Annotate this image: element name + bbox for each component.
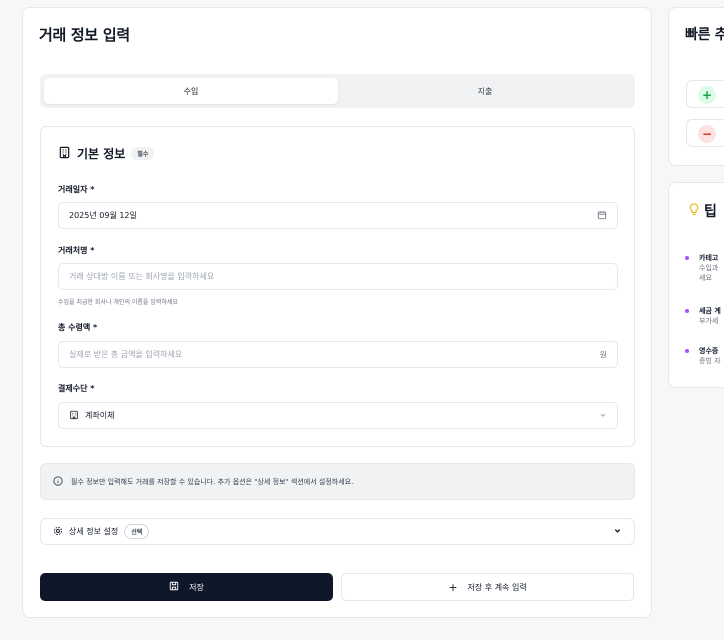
amount-input[interactable]: 실제로 받은 총 금액을 입력하세요 원 xyxy=(58,341,618,368)
tip-item: 카테고 수입과 세요 xyxy=(685,253,718,283)
tip-item: 세금 계 부가세 xyxy=(685,306,721,326)
tab-income[interactable]: 수입 xyxy=(44,78,338,104)
tip-item: 영수증 증빙 자 xyxy=(685,346,721,366)
detail-label: 상세 정보 설정 xyxy=(69,527,119,536)
save-label: 저장 xyxy=(189,582,204,592)
tip-desc: 증빙 자 xyxy=(699,357,721,365)
plus-icon: + xyxy=(698,86,716,104)
counterparty-label: 거래처명 * xyxy=(58,246,95,255)
tips-title: 팁 xyxy=(704,204,717,220)
counterparty-placeholder: 거래 상대방 이름 또는 회사명을 입력하세요 xyxy=(69,272,215,281)
page-title: 거래 정보 입력 xyxy=(39,26,130,44)
calendar-icon[interactable] xyxy=(597,210,607,222)
tips-card: 팁 카테고 수입과 세요 세금 계 부가세 영수증 증빙 자 xyxy=(668,182,724,388)
amount-placeholder: 실제로 받은 총 금액을 입력하세요 xyxy=(69,350,183,359)
payment-select[interactable]: 계좌이체 xyxy=(58,402,618,429)
tip-title: 세금 계 xyxy=(699,307,721,315)
save-icon xyxy=(169,581,179,593)
date-value: 2025년 09월 12일 xyxy=(69,211,137,220)
payment-value: 계좌이체 xyxy=(85,411,115,420)
tip-title: 영수증 xyxy=(699,347,719,355)
tip-desc: 수입과 xyxy=(699,264,719,272)
basic-info-title: 기본 정보 xyxy=(77,147,126,161)
chevron-down-icon xyxy=(613,526,622,537)
save-continue-label: 저장 후 계속 입력 xyxy=(467,582,527,592)
gear-icon xyxy=(53,526,63,538)
payment-label: 결제수단 * xyxy=(58,384,95,393)
required-badge: 필수 xyxy=(131,147,155,160)
chevron-down-icon xyxy=(599,411,607,421)
amount-label: 총 수령액 * xyxy=(58,323,98,332)
lightbulb-icon xyxy=(689,202,699,221)
counterparty-input[interactable]: 거래 상대방 이름 또는 회사명을 입력하세요 xyxy=(58,263,618,290)
bank-icon xyxy=(69,410,79,422)
info-icon xyxy=(53,475,63,488)
notice-text: 필수 정보만 입력해도 거래를 저장할 수 있습니다. 추가 옵션은 "상세 정… xyxy=(71,477,354,486)
basic-info-header: 기본 정보 필수 xyxy=(58,145,155,162)
plus-icon: + xyxy=(448,580,458,594)
tip-title: 카테고 xyxy=(699,254,719,262)
detail-settings-toggle[interactable]: 상세 정보 설정 선택 xyxy=(40,518,635,545)
tip-desc: 세요 xyxy=(699,274,712,282)
tip-desc: 부가세 xyxy=(699,317,719,325)
info-notice: 필수 정보만 입력해도 거래를 저장할 수 있습니다. 추가 옵션은 "상세 정… xyxy=(40,463,635,500)
quick-actions-card: 빠른 추 + − xyxy=(668,7,724,166)
date-label: 거래일자 * xyxy=(58,185,95,194)
transaction-form-card: 거래 정보 입력 수입 지출 기본 정보 필수 거래일자 * 2025년 09월… xyxy=(22,7,652,618)
type-tabs: 수입 지출 xyxy=(40,74,635,108)
currency-unit: 원 xyxy=(599,350,607,359)
save-continue-button[interactable]: + 저장 후 계속 입력 xyxy=(341,573,634,601)
tab-expense[interactable]: 지출 xyxy=(338,78,632,104)
basic-info-section: 기본 정보 필수 거래일자 * 2025년 09월 12일 거래처명 * 거래 … xyxy=(40,126,635,447)
quick-add-expense[interactable]: − xyxy=(686,119,724,147)
building-icon xyxy=(58,146,71,162)
tips-header: 팁 xyxy=(689,201,717,221)
save-button[interactable]: 저장 xyxy=(40,573,333,601)
date-field[interactable]: 2025년 09월 12일 xyxy=(58,202,618,229)
minus-icon: − xyxy=(698,125,716,143)
quick-title: 빠른 추 xyxy=(685,27,724,43)
counterparty-hint: 수입을 지급한 회사나 개인의 이름을 입력하세요 xyxy=(58,299,178,306)
quick-add-income[interactable]: + xyxy=(686,80,724,108)
optional-badge: 선택 xyxy=(124,524,150,539)
